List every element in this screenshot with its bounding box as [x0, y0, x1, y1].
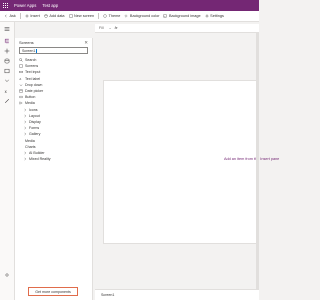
svg-text:A: A [19, 77, 21, 81]
tree-item-label: Media [25, 138, 35, 143]
tree-item-label: Charts [25, 144, 36, 149]
background-image-button[interactable]: Background image [163, 14, 201, 18]
gear-icon [205, 14, 209, 18]
tree-item-label: AI Builder [29, 150, 45, 155]
calendar-icon [19, 89, 23, 93]
status-bar: Screen1 [95, 289, 259, 300]
tree-item-label: Button [25, 95, 36, 100]
add-data-label: Add data [49, 14, 65, 18]
insert-label: Insert [30, 14, 40, 18]
separator [98, 13, 100, 19]
app-launcher-icon[interactable] [3, 2, 9, 9]
new-screen-button[interactable]: New screen [68, 14, 95, 18]
title-bar: Power Apps Test app [0, 0, 259, 11]
chevron-right-icon [24, 151, 27, 155]
tree-item-label: Search [25, 58, 37, 63]
settings-icon[interactable] [4, 272, 10, 278]
media-icon[interactable] [4, 68, 10, 74]
background-color-button[interactable]: Background color [124, 14, 159, 18]
tree-item-label: Drop down [25, 82, 43, 87]
paint-bucket-icon [124, 14, 128, 18]
search-icon [19, 58, 23, 62]
label-icon: A [19, 77, 21, 81]
back-arrow-icon [4, 14, 7, 18]
tree-item-label: Media [25, 101, 35, 106]
chevron-right-icon [24, 108, 27, 111]
tree-view-pane: Screens ✕ Screen1 Search Screens Text in… [15, 38, 93, 300]
theme-label: Theme [108, 14, 121, 18]
tree-title: Screens [19, 40, 34, 45]
settings-button[interactable]: Settings [205, 14, 224, 18]
ask-label: Ask [9, 14, 16, 18]
tree-item-label: Screens [25, 64, 39, 69]
tree-item-label: Text input [25, 70, 41, 75]
ask-button[interactable]: Ask [4, 14, 16, 18]
insert-button[interactable]: Insert [25, 14, 40, 18]
brand-name: Power Apps [14, 3, 37, 8]
media-icon [19, 101, 23, 105]
tree-item-label: Mixed Reality [29, 157, 51, 162]
background-image-label: Background image [168, 14, 201, 18]
app-title[interactable]: Test app [42, 3, 58, 8]
chevron-right-icon [24, 120, 27, 124]
new-screen-label: New screen [74, 14, 95, 18]
search-value: Screen1 [22, 48, 36, 53]
power-automate-icon[interactable] [4, 78, 10, 84]
screen-icon [68, 14, 73, 18]
hamburger-icon[interactable] [4, 26, 10, 32]
variables-icon[interactable]: x [4, 88, 10, 94]
separator [19, 13, 21, 19]
tree-item-label: Date picker [25, 89, 44, 94]
get-more-components-button[interactable]: Get more components [28, 287, 78, 296]
fx-label[interactable]: fx [115, 26, 118, 30]
property-dropdown[interactable]: Fill [99, 26, 104, 30]
tree-item-label: Text label [25, 76, 41, 81]
image-icon [163, 14, 168, 18]
tree-item-mixed-reality[interactable]: Mixed Reality [15, 156, 92, 162]
text-cursor [36, 48, 37, 53]
chevron-right-icon [24, 126, 27, 130]
chevron-right-icon [24, 157, 27, 161]
chevron-right-icon [24, 114, 27, 118]
button-icon [19, 96, 23, 99]
get-more-components-label: Get more components [35, 289, 71, 294]
background-color-label: Background color [129, 14, 160, 18]
vertical-scrollbar[interactable] [256, 33, 259, 289]
close-icon[interactable]: ✕ [84, 40, 88, 46]
dropdown-icon [19, 84, 23, 86]
tree-item-label: Icons [29, 107, 38, 112]
svg-text:x: x [5, 89, 8, 94]
search-input[interactable]: Screen1 [19, 47, 88, 54]
app-canvas[interactable] [103, 80, 259, 244]
tree-item-label: Gallery [29, 132, 41, 137]
tree-item-label: Display [29, 119, 41, 124]
palette-icon [103, 14, 107, 18]
theme-button[interactable]: Theme [103, 14, 120, 18]
database-icon [44, 14, 48, 18]
tree-header: Screens ✕ [15, 38, 92, 47]
formula-bar: Fill ⌄ fx [95, 24, 259, 33]
screen-icon [19, 64, 23, 68]
insert-icon[interactable] [4, 48, 10, 54]
tree-view-icon[interactable] [4, 38, 10, 44]
command-bar: Ask Insert Add data New screen Theme Bac… [0, 11, 259, 22]
plus-icon [25, 14, 29, 18]
tree-item-label: Forms [29, 126, 40, 131]
data-icon[interactable] [4, 58, 10, 64]
tree-item-label: Layout [29, 113, 40, 118]
textbox-icon [19, 71, 23, 74]
add-item-link[interactable]: Add an item from the Insert pane [224, 157, 279, 161]
add-data-button[interactable]: Add data [44, 14, 65, 18]
chevron-right-icon [24, 133, 27, 136]
tree-list: Search Screens Text input A Text label D… [15, 57, 92, 162]
advanced-tools-icon[interactable] [4, 98, 10, 104]
left-rail: x [0, 22, 15, 300]
settings-label: Settings [210, 14, 224, 18]
chevron-down-icon[interactable]: ⌄ [109, 26, 112, 30]
screen-selector[interactable]: Screen1 [101, 293, 114, 297]
